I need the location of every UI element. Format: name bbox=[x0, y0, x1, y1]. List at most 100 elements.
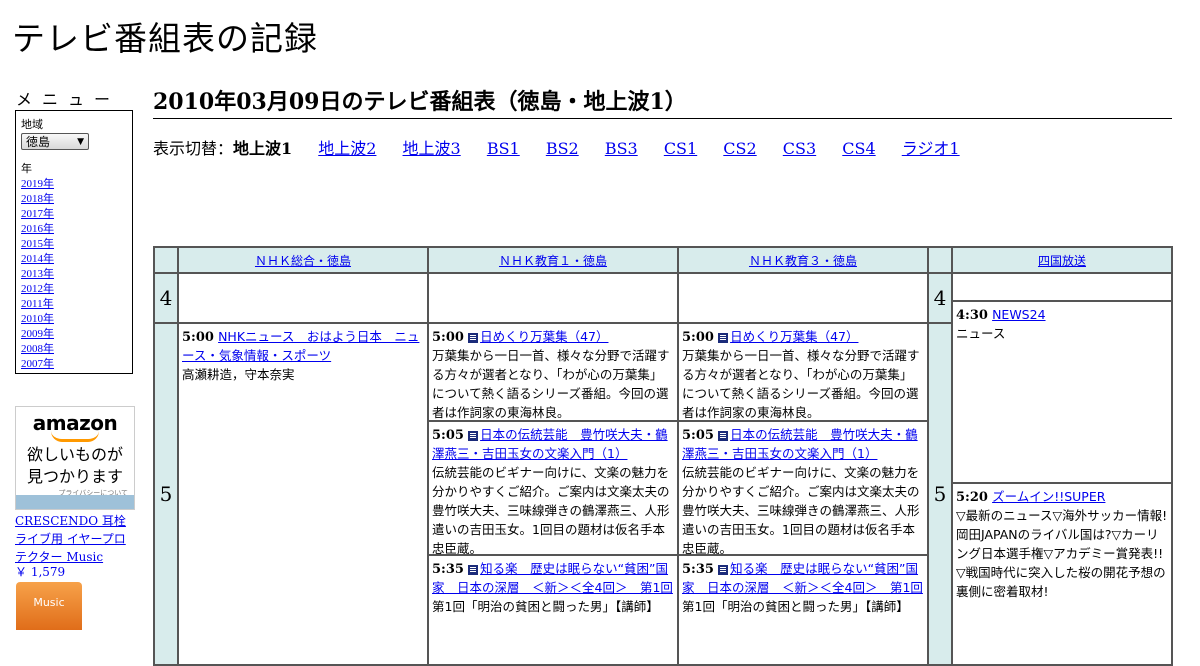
program-title-link[interactable]: NEWS24 bbox=[992, 307, 1045, 322]
station-header: ＮＨＫ総合・徳島 bbox=[177, 246, 429, 274]
product-link[interactable]: CRESCENDO 耳栓 ライブ用 イヤープロテクター Music bbox=[15, 512, 137, 566]
program-genre-icon bbox=[718, 430, 729, 441]
amazon-logo: amazon bbox=[32, 411, 118, 435]
program-time: 5:05 bbox=[432, 428, 464, 443]
station-header: ＮＨＫ教育３・徳島 bbox=[677, 246, 929, 274]
program-block: 5:35 知る楽 歴史は眠らない“貧困”国家 日本の深層 ＜新＞＜全4回＞ 第1… bbox=[679, 556, 927, 664]
program-title-link[interactable]: NHKニュース おはよう日本 ニュース・気象情報・スポーツ bbox=[182, 329, 419, 363]
hour-label: 5 bbox=[927, 322, 953, 666]
program-desc: 伝統芸能のビギナー向けに、文楽の魅力を分かりやすくご紹介。ご案内は文楽太夫の豊竹… bbox=[682, 465, 920, 556]
program-desc: 万葉集から一日一首、様々な分野で活躍する方々が選者となり、「わが心の万葉集」につ… bbox=[432, 348, 670, 420]
program-genre-icon bbox=[468, 430, 479, 441]
program-genre-icon bbox=[468, 564, 479, 575]
program-time: 5:00 bbox=[432, 330, 464, 345]
year-item: 2010年 bbox=[21, 312, 127, 327]
program-desc: ニュース bbox=[956, 326, 1006, 341]
switch-link[interactable]: 地上波2 bbox=[318, 139, 376, 158]
year-link[interactable]: 2013年 bbox=[21, 268, 54, 280]
year-link[interactable]: 2016年 bbox=[21, 223, 54, 235]
switch-link[interactable]: BS1 bbox=[487, 139, 520, 158]
program-time: 5:20 bbox=[956, 490, 988, 505]
shikoku-column: 4:30 NEWS24 ニュース 5:20 ズームイン!!SUPER ▽最新のニ… bbox=[951, 272, 1173, 666]
station-link[interactable]: ＮＨＫ教育１・徳島 bbox=[499, 254, 607, 268]
program-time: 5:05 bbox=[682, 428, 714, 443]
year-item: 2012年 bbox=[21, 282, 127, 297]
station-link[interactable]: ＮＨＫ教育３・徳島 bbox=[749, 254, 857, 268]
switch-link[interactable]: ラジオ1 bbox=[902, 139, 960, 158]
switch-link[interactable]: BS3 bbox=[605, 139, 638, 158]
year-link[interactable]: 2008年 bbox=[21, 343, 54, 355]
program-block: 5:35 知る楽 歴史は眠らない“貧困”国家 日本の深層 ＜新＞＜全4回＞ 第1… bbox=[429, 556, 677, 664]
station-link[interactable]: ＮＨＫ総合・徳島 bbox=[255, 254, 351, 268]
program-desc: ▽最新のニュース▽海外サッカー情報!岡田JAPANのライバル国は?▽カーリング日… bbox=[956, 508, 1168, 599]
product-image[interactable]: Music bbox=[16, 582, 82, 630]
year-link[interactable]: 2017年 bbox=[21, 208, 54, 220]
year-link[interactable]: 2018年 bbox=[21, 193, 54, 205]
program-time: 5:00 bbox=[182, 330, 214, 345]
program-genre-icon bbox=[718, 564, 729, 575]
year-item: 2007年 bbox=[21, 357, 127, 372]
program-block: 5:00 日めくり万葉集（47） 万葉集から一日一首、様々な分野で活躍する方々が… bbox=[679, 324, 927, 422]
menu-heading: メニュー bbox=[16, 90, 121, 109]
year-link[interactable]: 2015年 bbox=[21, 238, 54, 250]
switch-link[interactable]: CS4 bbox=[842, 139, 875, 158]
program-time: 4:30 bbox=[956, 308, 988, 323]
hour-label: 4 bbox=[927, 272, 953, 324]
program-block: 5:05 日本の伝統芸能 豊竹咲大夫・鶴澤燕三・吉田玉女の文楽入門（1） 伝統芸… bbox=[679, 422, 927, 556]
program-title-link[interactable]: ズームイン!!SUPER bbox=[992, 489, 1105, 504]
year-item: 2008年 bbox=[21, 342, 127, 357]
station-header-row: ＮＨＫ総合・徳島 ＮＨＫ教育１・徳島 ＮＨＫ教育３・徳島 四国放送 bbox=[153, 246, 1173, 274]
program-desc: 第1回「明治の貧困と闘った男」【講師】 bbox=[432, 599, 659, 614]
year-item: 2015年 bbox=[21, 237, 127, 252]
nhk-edu1-column: 5:00 日めくり万葉集（47） 万葉集から一日一首、様々な分野で活躍する方々が… bbox=[427, 322, 679, 666]
year-label: 年 bbox=[21, 162, 32, 175]
switch-link[interactable]: 地上波3 bbox=[403, 139, 461, 158]
program-block: 4:30 NEWS24 ニュース bbox=[953, 302, 1171, 484]
chevron-down-icon: ▼ bbox=[77, 136, 84, 147]
program-block bbox=[953, 274, 1171, 302]
program-time: 5:35 bbox=[682, 562, 714, 577]
year-link[interactable]: 2009年 bbox=[21, 328, 54, 340]
ad-tagline-2: 見つかります bbox=[26, 467, 123, 486]
station-header: 四国放送 bbox=[951, 246, 1173, 274]
year-item: 2019年 bbox=[21, 177, 127, 192]
hour-label: 5 bbox=[153, 322, 179, 666]
year-link[interactable]: 2012年 bbox=[21, 283, 54, 295]
year-item: 2016年 bbox=[21, 222, 127, 237]
switch-link[interactable]: CS1 bbox=[664, 139, 697, 158]
view-switcher: 表示切替：地上波1 地上波2 地上波3 BS1 BS2 BS3 CS1 CS2 … bbox=[153, 135, 981, 159]
switch-link[interactable]: CS2 bbox=[723, 139, 756, 158]
empty-slot bbox=[177, 272, 429, 324]
program-block: 5:00 NHKニュース おはよう日本 ニュース・気象情報・スポーツ 高瀬耕造，… bbox=[179, 324, 427, 664]
program-block: 5:20 ズームイン!!SUPER ▽最新のニュース▽海外サッカー情報!岡田JA… bbox=[953, 484, 1171, 644]
year-link[interactable]: 2007年 bbox=[21, 358, 54, 370]
program-desc: 万葉集から一日一首、様々な分野で活躍する方々が選者となり、「わが心の万葉集」につ… bbox=[682, 348, 920, 420]
year-link[interactable]: 2014年 bbox=[21, 253, 54, 265]
nhk-edu3-column: 5:00 日めくり万葉集（47） 万葉集から一日一首、様々な分野で活躍する方々が… bbox=[677, 322, 929, 666]
program-block: 5:05 日本の伝統芸能 豊竹咲大夫・鶴澤燕三・吉田玉女の文楽入門（1） 伝統芸… bbox=[429, 422, 677, 556]
program-desc: 伝統芸能のビギナー向けに、文楽の魅力を分かりやすくご紹介。ご案内は文楽太夫の豊竹… bbox=[432, 465, 670, 556]
product-image-label: Music bbox=[33, 596, 65, 609]
year-item: 2018年 bbox=[21, 192, 127, 207]
schedule-grid: ＮＨＫ総合・徳島 ＮＨＫ教育１・徳島 ＮＨＫ教育３・徳島 四国放送 4 4 4:… bbox=[153, 246, 1173, 666]
switch-link[interactable]: BS2 bbox=[546, 139, 579, 158]
program-block: 5:00 日めくり万葉集（47） 万葉集から一日一首、様々な分野で活躍する方々が… bbox=[429, 324, 677, 422]
year-link[interactable]: 2010年 bbox=[21, 313, 54, 325]
switch-label: 表示切替： bbox=[153, 139, 234, 158]
program-desc: 第1回「明治の貧困と闘った男」【講師】 bbox=[682, 599, 909, 614]
program-title-link[interactable]: 日めくり万葉集（47） bbox=[730, 329, 858, 344]
station-link[interactable]: 四国放送 bbox=[1038, 254, 1086, 268]
switch-link[interactable]: CS3 bbox=[783, 139, 816, 158]
amazon-ad-banner[interactable]: amazon 欲しいものが 見つかります プライバシーについて bbox=[15, 406, 135, 510]
nhk-sogo-column: 5:00 NHKニュース おはよう日本 ニュース・気象情報・スポーツ 高瀬耕造，… bbox=[177, 322, 429, 666]
year-link[interactable]: 2011年 bbox=[21, 298, 54, 310]
region-select[interactable]: 徳島 ▼ bbox=[21, 133, 89, 150]
product-price: ￥ 1,579 bbox=[15, 565, 66, 579]
year-link[interactable]: 2019年 bbox=[21, 178, 54, 190]
hour-label: 4 bbox=[153, 272, 179, 324]
corner-cell bbox=[927, 246, 953, 274]
program-genre-icon bbox=[718, 332, 729, 343]
page-heading: 2010年03月09日のテレビ番組表（徳島・地上波1） bbox=[153, 84, 1172, 119]
program-desc: 高瀬耕造，守本奈実 bbox=[182, 367, 295, 382]
program-title-link[interactable]: 日めくり万葉集（47） bbox=[480, 329, 608, 344]
